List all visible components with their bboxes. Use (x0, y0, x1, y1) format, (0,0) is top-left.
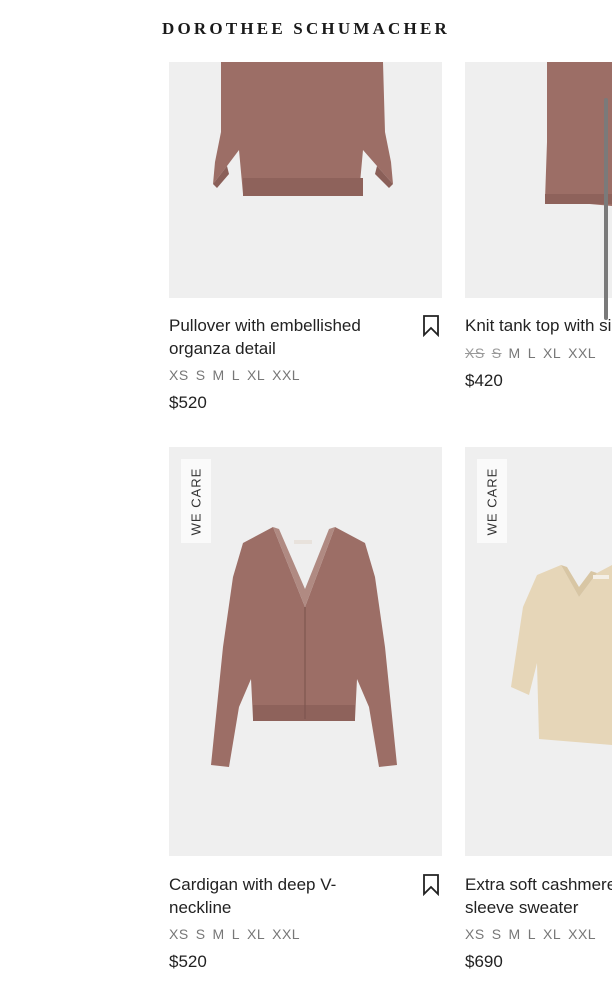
size-option[interactable]: XXL (568, 345, 596, 361)
product-title[interactable]: Pullover with embellished organza detail (169, 314, 409, 360)
badge-label: WE CARE (484, 467, 500, 535)
we-care-badge: WE CARE (181, 459, 211, 543)
size-list: XS S M L XL XXL (169, 926, 307, 942)
we-care-badge: WE CARE (477, 459, 507, 543)
size-option[interactable]: XS (169, 367, 189, 383)
pullover-garment-image (213, 62, 393, 196)
size-option[interactable]: S (492, 926, 502, 942)
size-option[interactable]: XS (465, 926, 485, 942)
product-price: $420 (465, 371, 503, 390)
size-option[interactable]: L (232, 367, 240, 383)
product-price: $690 (465, 952, 503, 971)
tank-garment-image (545, 62, 612, 206)
bookmark-icon[interactable] (422, 315, 440, 338)
size-list: XS S M L XL XXL (169, 367, 307, 383)
horizontal-scroll-indicator[interactable] (604, 98, 608, 320)
bookmark-icon[interactable] (422, 874, 440, 897)
site-header: DOROTHEE SCHUMACHER (0, 0, 612, 62)
size-list: XS S M L XL XXL (465, 926, 603, 942)
size-option[interactable]: XXL (568, 926, 596, 942)
size-option[interactable]: XS (169, 926, 189, 942)
size-option[interactable]: S (196, 367, 206, 383)
size-option[interactable]: XL (543, 345, 561, 361)
size-option[interactable]: M (213, 926, 225, 942)
size-option[interactable]: XXL (272, 367, 300, 383)
size-option[interactable]: XL (247, 926, 265, 942)
product-image[interactable] (465, 62, 612, 298)
size-list: XS S M L XL XXL (465, 345, 603, 361)
size-option[interactable]: M (509, 926, 521, 942)
product-title[interactable]: Extra soft cashmere sleeve sweater (465, 873, 612, 919)
size-option[interactable]: L (528, 926, 536, 942)
size-option[interactable]: S (196, 926, 206, 942)
brand-logo[interactable]: DOROTHEE SCHUMACHER (162, 19, 450, 39)
size-option[interactable]: L (232, 926, 240, 942)
product-price: $520 (169, 952, 207, 971)
product-title[interactable]: Knit tank top with si (465, 314, 612, 337)
size-option[interactable]: L (528, 345, 536, 361)
size-option-unavailable: XS (465, 345, 485, 361)
size-option-unavailable: S (491, 345, 502, 361)
size-option[interactable]: XL (247, 367, 265, 383)
size-option[interactable]: XXL (272, 926, 300, 942)
product-title[interactable]: Cardigan with deep V-neckline (169, 873, 379, 919)
size-option[interactable]: M (213, 367, 225, 383)
size-option[interactable]: XL (543, 926, 561, 942)
product-image[interactable] (169, 62, 442, 298)
badge-label: WE CARE (188, 467, 204, 535)
size-option[interactable]: M (509, 345, 521, 361)
product-price: $520 (169, 393, 207, 412)
